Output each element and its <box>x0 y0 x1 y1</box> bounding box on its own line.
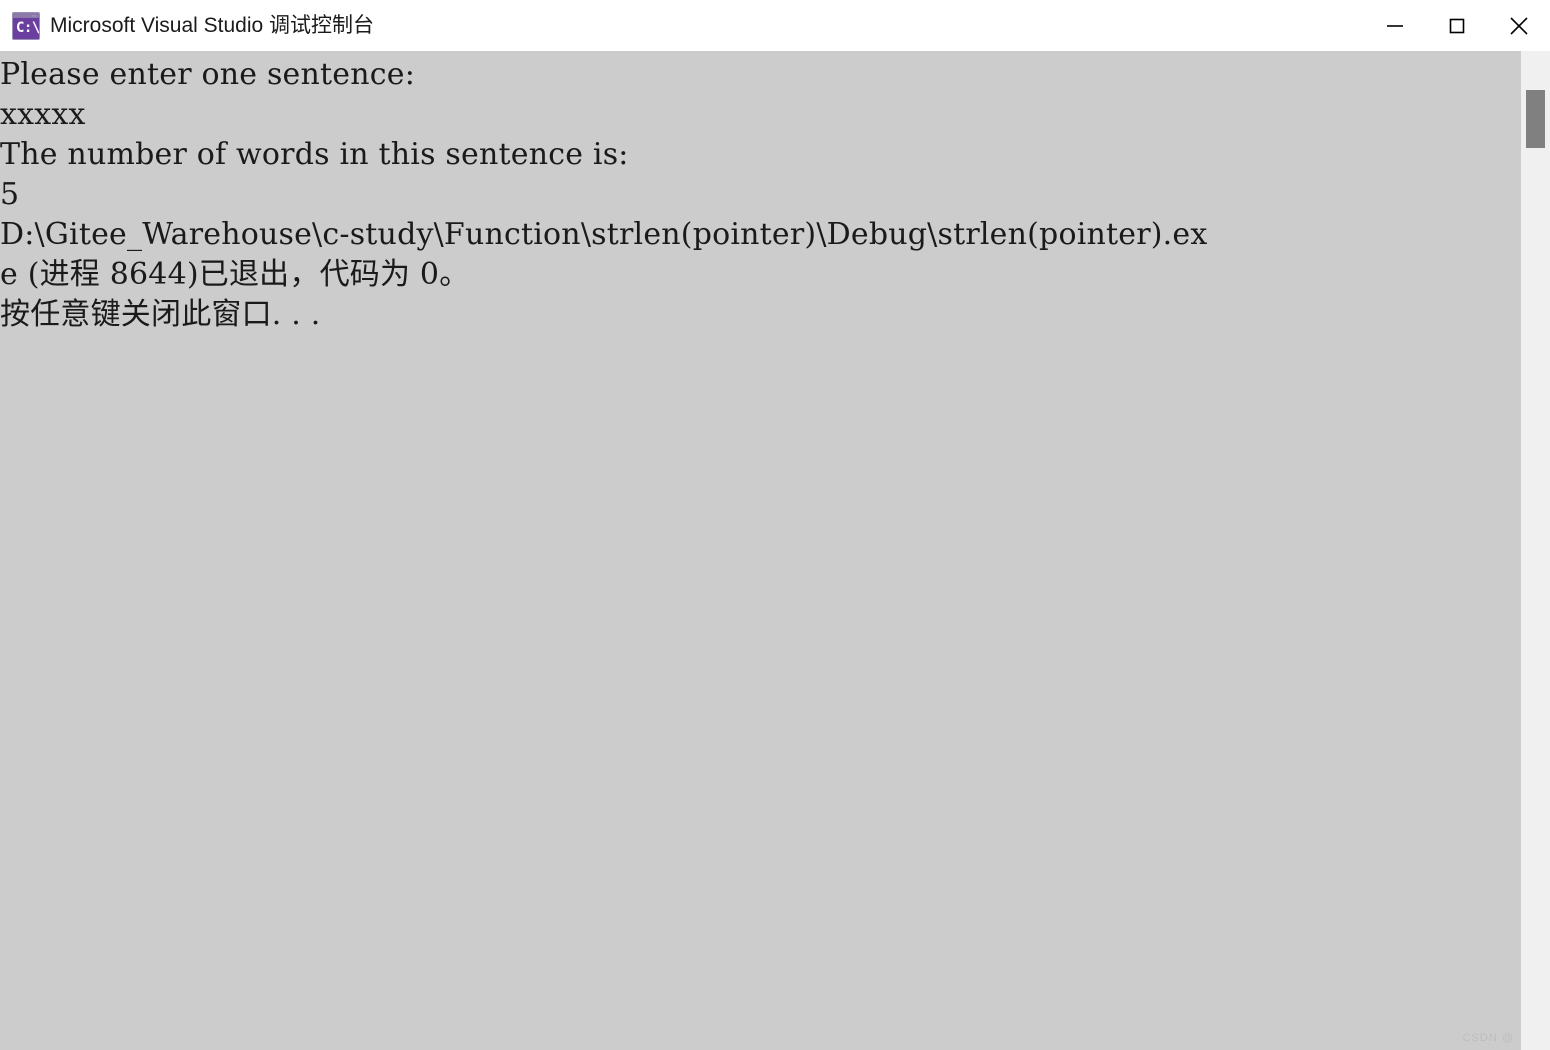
console-text: Please enter one sentence: xxxxx The num… <box>0 57 1208 332</box>
title-bar[interactable]: ▫▫ C:\ Microsoft Visual Studio 调试控制台 <box>0 0 1550 51</box>
close-button[interactable] <box>1488 0 1550 51</box>
app-icon-prompt-glyph: C:\ <box>16 19 40 36</box>
console-window: ▫▫ C:\ Microsoft Visual Studio 调试控制台 Ple… <box>0 0 1550 1050</box>
vertical-scrollbar[interactable] <box>1521 51 1550 1050</box>
minimize-button[interactable] <box>1364 0 1426 51</box>
app-icon-dots: ▫▫ <box>32 12 37 18</box>
console-app-icon: ▫▫ C:\ <box>12 11 40 40</box>
csdn-watermark: CSDN @️ <box>1462 1032 1514 1044</box>
maximize-button[interactable] <box>1426 0 1488 51</box>
console-output-area[interactable]: Please enter one sentence: xxxxx The num… <box>0 51 1521 1050</box>
window-controls <box>1364 0 1550 51</box>
scrollbar-thumb[interactable] <box>1526 90 1545 148</box>
close-icon <box>1506 13 1532 39</box>
maximize-icon <box>1445 14 1469 38</box>
minimize-icon <box>1383 14 1407 38</box>
window-title: Microsoft Visual Studio 调试控制台 <box>50 13 375 37</box>
